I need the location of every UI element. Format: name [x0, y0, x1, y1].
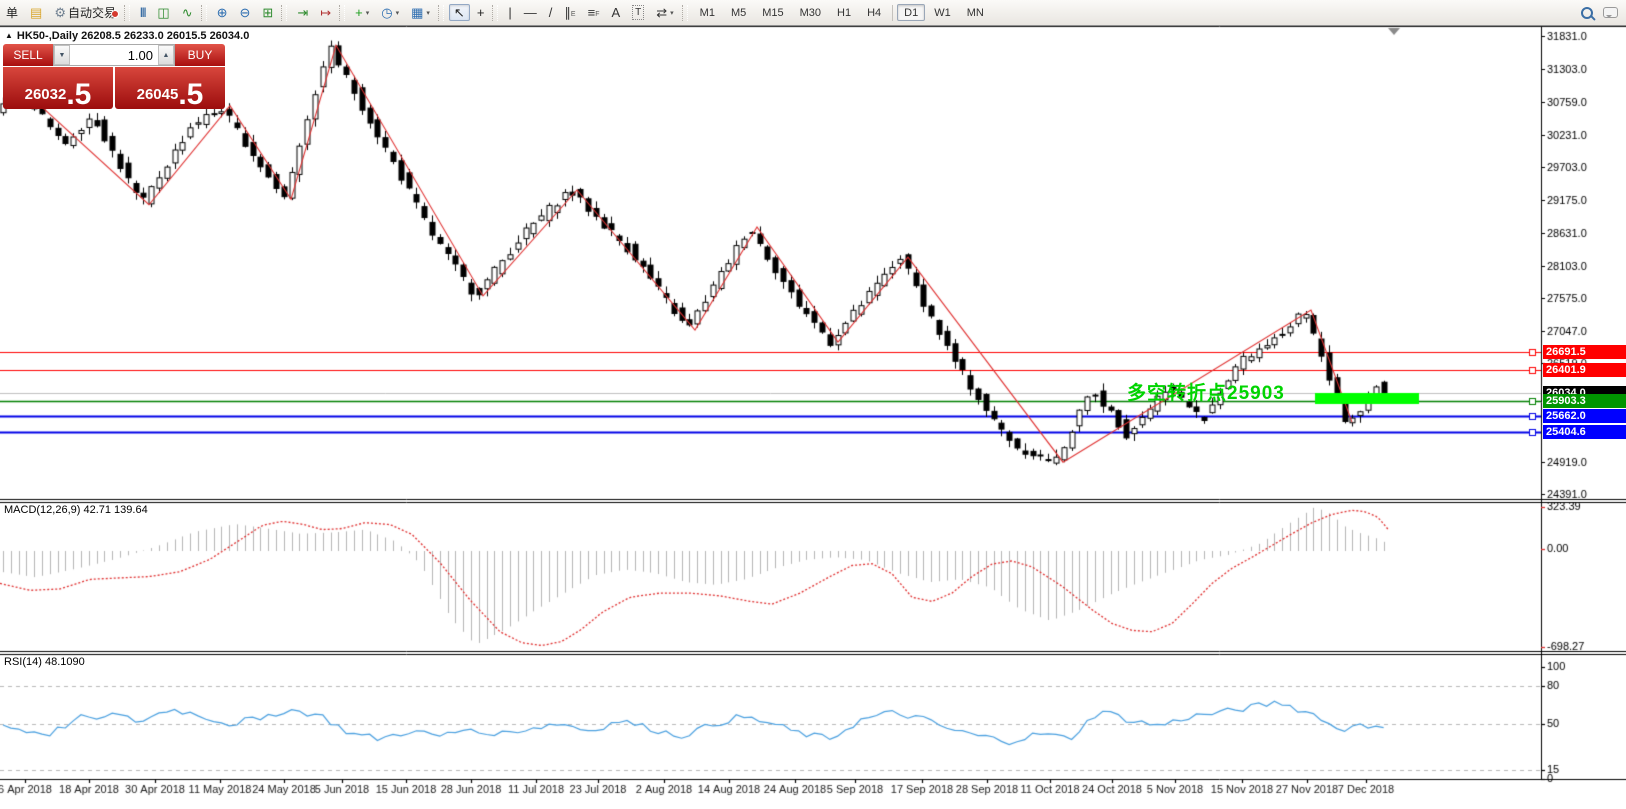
toolbar-separator: [124, 5, 130, 21]
timeframe-h1[interactable]: H1: [830, 4, 858, 21]
timeframe-m1[interactable]: M1: [693, 4, 722, 21]
crosshair-icon[interactable]: +: [472, 4, 490, 21]
sell-button[interactable]: SELL: [3, 44, 53, 66]
timeframe-m30[interactable]: M30: [793, 4, 828, 21]
volume-input[interactable]: 1.00: [70, 45, 158, 65]
candlestick-chart-icon[interactable]: ◫: [152, 4, 174, 21]
toolbar-separator: [339, 5, 345, 21]
rsi-indicator-label: RSI(14) 48.1090: [4, 656, 85, 668]
volume-increase-button[interactable]: ▲: [158, 45, 174, 65]
level-price-label: 25662.0: [1543, 409, 1626, 423]
volume-decrease-button[interactable]: ▼: [54, 45, 70, 65]
equidistant-channel-icon[interactable]: ∥E: [559, 4, 580, 21]
new-order-button[interactable]: 单: [1, 4, 23, 21]
zoom-out-icon[interactable]: ⊖: [235, 4, 256, 21]
templates-icon[interactable]: ▦▾: [406, 4, 435, 21]
symbol-collapse-icon[interactable]: ▲: [5, 31, 13, 40]
chart-shift-icon[interactable]: ↦: [315, 4, 336, 21]
level-price-label: 26691.5: [1543, 345, 1626, 359]
timeframe-d1[interactable]: D1: [897, 4, 925, 21]
zoom-in-icon[interactable]: ⊕: [212, 4, 233, 21]
toolbar-separator: [281, 5, 287, 21]
one-click-trading-panel: SELL ▼ 1.00 ▲ BUY 26032.5 26045.5: [3, 44, 225, 109]
timeframe-divider: [892, 5, 893, 21]
line-chart-icon[interactable]: ∿: [177, 4, 198, 21]
buy-button[interactable]: BUY: [175, 44, 225, 66]
bar-chart-icon[interactable]: |||: [135, 4, 150, 21]
search-icon[interactable]: [1581, 7, 1593, 19]
buy-price-base: 26045: [137, 86, 179, 103]
sell-price-base: 26032: [25, 86, 67, 103]
buy-price-display[interactable]: 26045.5: [115, 67, 225, 109]
toolbar-separator: [201, 5, 207, 21]
level-price-label: 25404.6: [1543, 425, 1626, 439]
horizontal-line-icon[interactable]: —: [519, 4, 542, 21]
level-price-label: 25903.3: [1543, 394, 1626, 408]
volume-control: ▼ 1.00 ▲: [53, 44, 175, 66]
arrows-icon[interactable]: ⇄▾: [651, 4, 678, 21]
auto-trading-icon[interactable]: ⚙自动交易: [49, 4, 121, 21]
application-window: 单▤⚙自动交易 |||◫∿ ⊕⊖⊞ ⇥↦ +▾◷▾▦▾ ↖+ |—/∥E≡FAT⇄▾ M1M5…: [0, 0, 1626, 809]
new-chart-icon[interactable]: +▾: [350, 4, 374, 21]
news-icon[interactable]: ▤: [25, 4, 47, 21]
price-chart-canvas[interactable]: [0, 0, 1626, 809]
periods-icon[interactable]: ◷▾: [376, 4, 404, 21]
timeframe-m15[interactable]: M15: [755, 4, 790, 21]
timeframe-mn[interactable]: MN: [960, 4, 991, 21]
timeframe-m5[interactable]: M5: [724, 4, 753, 21]
macd-indicator-label: MACD(12,26,9) 42.71 139.64: [4, 504, 148, 516]
level-price-label: 26401.9: [1543, 363, 1626, 377]
toolbar-separator: [492, 5, 498, 21]
tile-windows-icon[interactable]: ⊞: [257, 4, 278, 21]
vertical-line-icon[interactable]: |: [503, 4, 516, 21]
timeframe-w1[interactable]: W1: [927, 4, 958, 21]
sell-price-fraction: .5: [66, 82, 91, 108]
toolbar-separator: [682, 5, 688, 21]
timeframe-h4[interactable]: H4: [860, 4, 888, 21]
chart-title-text: HK50-,Daily 26208.5 26233.0 26015.5 2603…: [17, 30, 249, 42]
toolbar-separator: [438, 5, 444, 21]
auto-scroll-icon[interactable]: ⇥: [292, 4, 313, 21]
trendline-icon[interactable]: /: [544, 4, 558, 21]
fibonacci-icon[interactable]: ≡F: [583, 4, 605, 21]
text-label-icon[interactable]: T: [627, 4, 649, 21]
chart-title: ▲ HK50-,Daily 26208.5 26233.0 26015.5 260…: [5, 30, 249, 42]
buy-price-fraction: .5: [178, 82, 203, 108]
main-toolbar: 单▤⚙自动交易 |||◫∿ ⊕⊖⊞ ⇥↦ +▾◷▾▦▾ ↖+ |—/∥E≡FAT⇄▾ M1M5…: [0, 0, 1626, 26]
chat-icon[interactable]: [1603, 7, 1618, 18]
cursor-icon[interactable]: ↖: [449, 4, 470, 21]
sell-price-display[interactable]: 26032.5: [3, 67, 113, 109]
turning-point-annotation: 多空转折点25903: [1127, 378, 1285, 405]
text-icon[interactable]: A: [606, 4, 625, 21]
